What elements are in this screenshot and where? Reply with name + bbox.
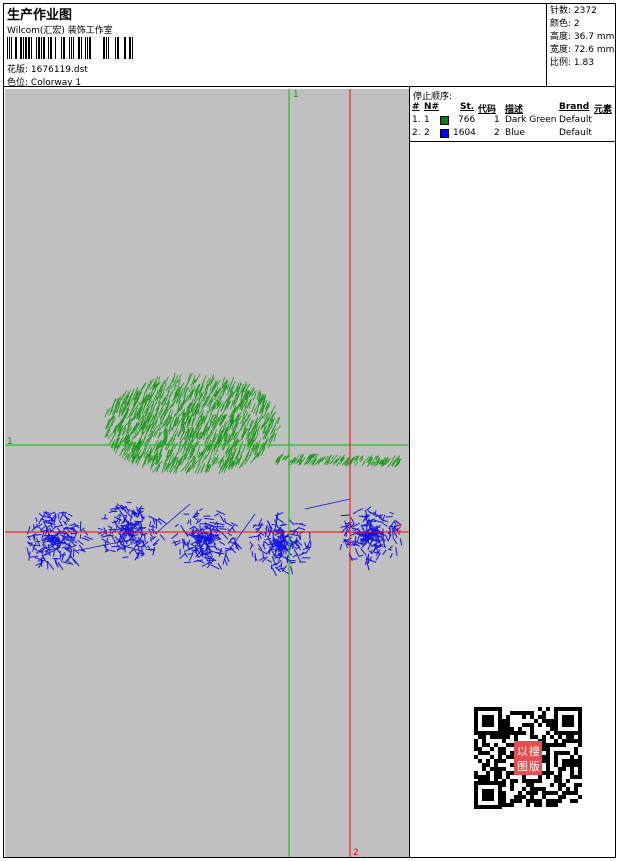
guide-label-green-top: 1 <box>293 90 299 100</box>
col-num: # <box>412 102 420 112</box>
stat-colors: 颜色: 2 <box>550 19 580 29</box>
color-swatch-blue <box>440 129 449 138</box>
stamp-char-2: 图 <box>517 760 528 773</box>
text-embroidery <box>26 498 403 577</box>
qr-code[interactable]: 以 图 搜 版 <box>470 703 586 813</box>
guide-label-red-bottom: 2 <box>353 848 359 857</box>
stats-box: 针数: 2372 颜色: 2 高度: 36.7 mm 宽度: 72.6 mm 比… <box>546 3 616 87</box>
barcode <box>7 37 133 59</box>
stop-sequence-table: # N# St. 代码 描述 Brand 元素 1. 1 766 1 Dark … <box>410 101 616 140</box>
stamp-char-3: 搜 <box>529 744 540 758</box>
table-row[interactable]: 1. 1 766 1 Dark Green Default <box>410 114 616 127</box>
color-swatch-dark-green <box>440 116 449 125</box>
panel-divider <box>410 141 616 142</box>
mouse-embroidery <box>104 372 402 475</box>
guide-label-green-left: 1 <box>7 437 13 447</box>
stamp-char-4: 版 <box>529 759 540 773</box>
design-label: 花版: <box>7 65 29 75</box>
col-needle: N# <box>424 102 440 112</box>
stat-height: 高度: 36.7 mm <box>550 32 615 42</box>
colorway-value: Colorway 1 <box>30 78 82 88</box>
colorway-label: 色位: <box>7 78 29 88</box>
guide-label-red-right: 2 <box>396 524 402 534</box>
stamp-char-1: 以 <box>517 745 528 758</box>
design-preview: 1 1 2 2 <box>5 89 409 857</box>
stat-stitches: 针数: 2372 <box>550 6 597 16</box>
table-header: # N# St. 代码 描述 Brand 元素 <box>410 101 616 115</box>
stat-width: 宽度: 72.6 mm <box>550 45 615 55</box>
stat-scale: 比例: 1.83 <box>550 58 594 68</box>
col-stitches: St. <box>460 102 475 112</box>
col-brand: Brand <box>559 102 590 112</box>
table-row[interactable]: 2. 2 1604 2 Blue Default <box>410 127 616 140</box>
colorway-info: 色位: Colorway 1 <box>7 75 81 88</box>
page-title: 生产作业图 <box>7 8 73 23</box>
header: 生产作业图 Wilcom(汇宏) 装饰工作室 花版: 1676119.dst 色… <box>3 3 616 88</box>
design-canvas[interactable]: 1 1 2 2 <box>5 89 409 857</box>
design-value: 1676119.dst <box>30 65 88 75</box>
design-info: 花版: 1676119.dst <box>7 62 88 75</box>
studio-name: Wilcom(汇宏) 装饰工作室 <box>7 26 113 36</box>
